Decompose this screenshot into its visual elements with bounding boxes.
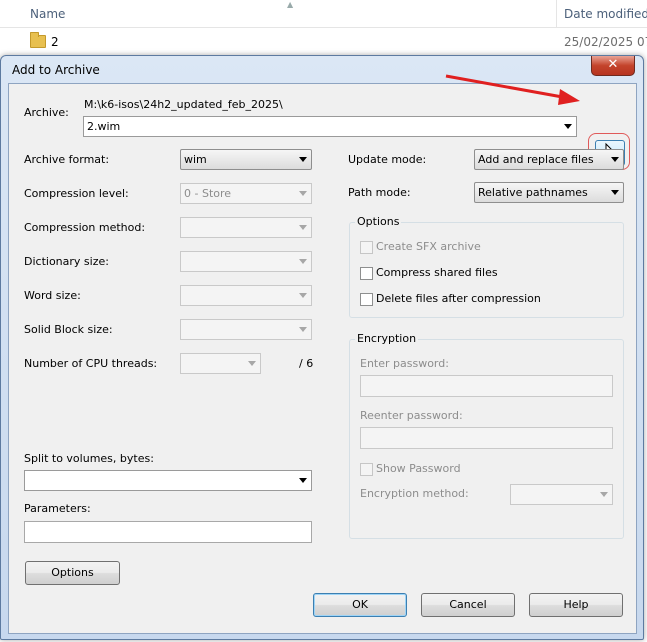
column-separator <box>556 0 557 28</box>
parameters-input[interactable] <box>24 521 312 543</box>
column-date-modified[interactable]: Date modified <box>564 7 647 21</box>
chevron-down-icon <box>611 157 619 162</box>
cancel-button[interactable]: Cancel <box>421 593 515 617</box>
chevron-down-icon[interactable] <box>299 478 307 483</box>
dictionary-size-select[interactable] <box>180 251 312 272</box>
chevron-down-icon <box>299 327 307 332</box>
compression-level-label: Compression level: <box>24 187 129 200</box>
file-name: 2 <box>51 35 59 49</box>
dictionary-size-label: Dictionary size: <box>24 255 109 268</box>
dialog-client-area: Archive: M:\k6-isos\24h2_updated_feb_202… <box>8 83 637 634</box>
word-size-select[interactable] <box>180 285 312 306</box>
update-mode-value: Add and replace files <box>478 153 594 166</box>
chevron-down-icon <box>299 157 307 162</box>
solid-block-size-label: Solid Block size: <box>24 323 113 336</box>
solid-block-size-select[interactable] <box>180 319 312 340</box>
explorer-file-row[interactable]: 2 25/02/2025 07:20 <box>0 32 647 54</box>
compression-level-value: 0 - Store <box>184 187 232 200</box>
parameters-label: Parameters: <box>24 502 91 515</box>
path-mode-value: Relative pathnames <box>478 186 588 199</box>
ok-button[interactable]: OK <box>313 593 407 617</box>
compression-method-label: Compression method: <box>24 221 146 234</box>
chevron-down-icon[interactable] <box>564 124 572 129</box>
chevron-down-icon <box>299 225 307 230</box>
archive-name-value: 2.wim <box>87 120 121 133</box>
cpu-threads-label: Number of CPU threads: <box>24 357 158 370</box>
update-mode-select[interactable]: Add and replace files <box>474 149 624 170</box>
dialog-title: Add to Archive <box>12 63 100 77</box>
chevron-down-icon <box>299 191 307 196</box>
cpu-threads-select[interactable] <box>180 353 261 374</box>
compression-method-select[interactable] <box>180 217 312 238</box>
chevron-down-icon <box>611 190 619 195</box>
explorer-column-header: ▲ Name Date modified <box>0 0 647 28</box>
delete-after-label: Delete files after compression <box>376 292 541 305</box>
compress-shared-checkbox[interactable] <box>360 267 373 280</box>
archive-format-value: wim <box>184 153 207 166</box>
encryption-method-label: Encryption method: <box>360 487 469 500</box>
file-date: 25/02/2025 07:20 <box>564 35 647 49</box>
add-to-archive-dialog: Add to Archive ✕ Archive: M:\k6-isos\24h… <box>0 55 644 640</box>
chevron-down-icon <box>299 259 307 264</box>
archive-name-combo[interactable]: 2.wim <box>83 116 577 137</box>
word-size-label: Word size: <box>24 289 81 302</box>
split-volumes-combo[interactable] <box>24 470 312 491</box>
chevron-down-icon <box>299 293 307 298</box>
split-volumes-label: Split to volumes, bytes: <box>24 452 154 465</box>
chevron-down-icon <box>600 492 608 497</box>
folder-icon <box>30 32 46 48</box>
create-sfx-label: Create SFX archive <box>376 240 481 253</box>
archive-format-label: Archive format: <box>24 153 110 166</box>
close-icon: ✕ <box>607 57 619 72</box>
archive-format-select[interactable]: wim <box>180 149 312 170</box>
compression-level-select[interactable]: 0 - Store <box>180 183 312 204</box>
path-mode-label: Path mode: <box>348 186 411 199</box>
encryption-group-title: Encryption <box>355 332 419 345</box>
close-button[interactable]: ✕ <box>591 56 635 76</box>
compress-shared-label: Compress shared files <box>376 266 498 279</box>
options-group-title: Options <box>355 215 402 228</box>
reenter-password-input[interactable] <box>360 427 613 449</box>
encryption-method-select[interactable] <box>510 484 613 505</box>
show-password-label: Show Password <box>376 462 461 475</box>
update-mode-label: Update mode: <box>348 153 427 166</box>
reenter-password-label: Reenter password: <box>360 409 463 422</box>
enter-password-input[interactable] <box>360 375 613 397</box>
archive-path: M:\k6-isos\24h2_updated_feb_2025\ <box>84 98 283 111</box>
path-mode-select[interactable]: Relative pathnames <box>474 182 624 203</box>
help-button[interactable]: Help <box>529 593 623 617</box>
delete-after-checkbox[interactable] <box>360 293 373 306</box>
enter-password-label: Enter password: <box>360 357 449 370</box>
archive-label: Archive: <box>24 106 69 119</box>
column-name[interactable]: Name <box>30 7 65 21</box>
create-sfx-checkbox[interactable] <box>360 241 373 254</box>
show-password-checkbox[interactable] <box>360 463 373 476</box>
chevron-down-icon <box>248 361 256 366</box>
cpu-threads-max: / 6 <box>299 357 314 370</box>
sort-ascending-icon: ▲ <box>287 0 294 9</box>
options-button[interactable]: Options <box>25 561 120 585</box>
